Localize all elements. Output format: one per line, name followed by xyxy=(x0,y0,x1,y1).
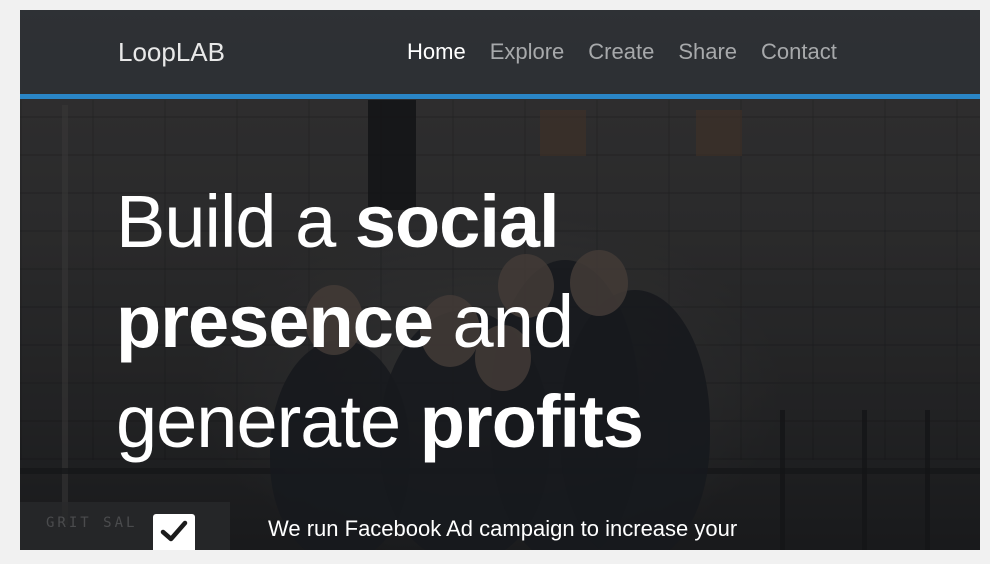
headline-text: Build a xyxy=(116,180,355,263)
nav-link-home[interactable]: Home xyxy=(407,39,466,65)
nav-link-explore[interactable]: Explore xyxy=(490,39,565,65)
headline-emphasis: social xyxy=(354,180,560,263)
nav-item-home: Home xyxy=(407,39,490,65)
feature-text: We run Facebook Ad campaign to increase … xyxy=(268,516,738,541)
navbar: LoopLAB Home Explore Create Share Contac… xyxy=(20,10,980,99)
headline-emphasis: presence xyxy=(116,280,434,363)
brand-logo[interactable]: LoopLAB xyxy=(118,37,225,68)
nav-link-create[interactable]: Create xyxy=(588,39,654,65)
nav-link-contact[interactable]: Contact xyxy=(761,39,837,65)
nav-link-share[interactable]: Share xyxy=(678,39,737,65)
headline-emphasis: profits xyxy=(419,380,644,463)
nav-item-share: Share xyxy=(678,39,761,65)
nav-menu: Home Explore Create Share Contact xyxy=(407,39,861,65)
nav-item-contact: Contact xyxy=(761,39,861,65)
nav-item-create: Create xyxy=(588,39,678,65)
feature-check-badge xyxy=(153,514,195,550)
headline-text: and xyxy=(432,280,574,363)
headline-text: generate xyxy=(116,380,420,463)
hero-headline: Build a social presence and generate pro… xyxy=(116,172,756,472)
nav-item-explore: Explore xyxy=(490,39,589,65)
page-frame: GRIT SAL LoopLAB Home Explore Create Sha… xyxy=(20,10,980,550)
